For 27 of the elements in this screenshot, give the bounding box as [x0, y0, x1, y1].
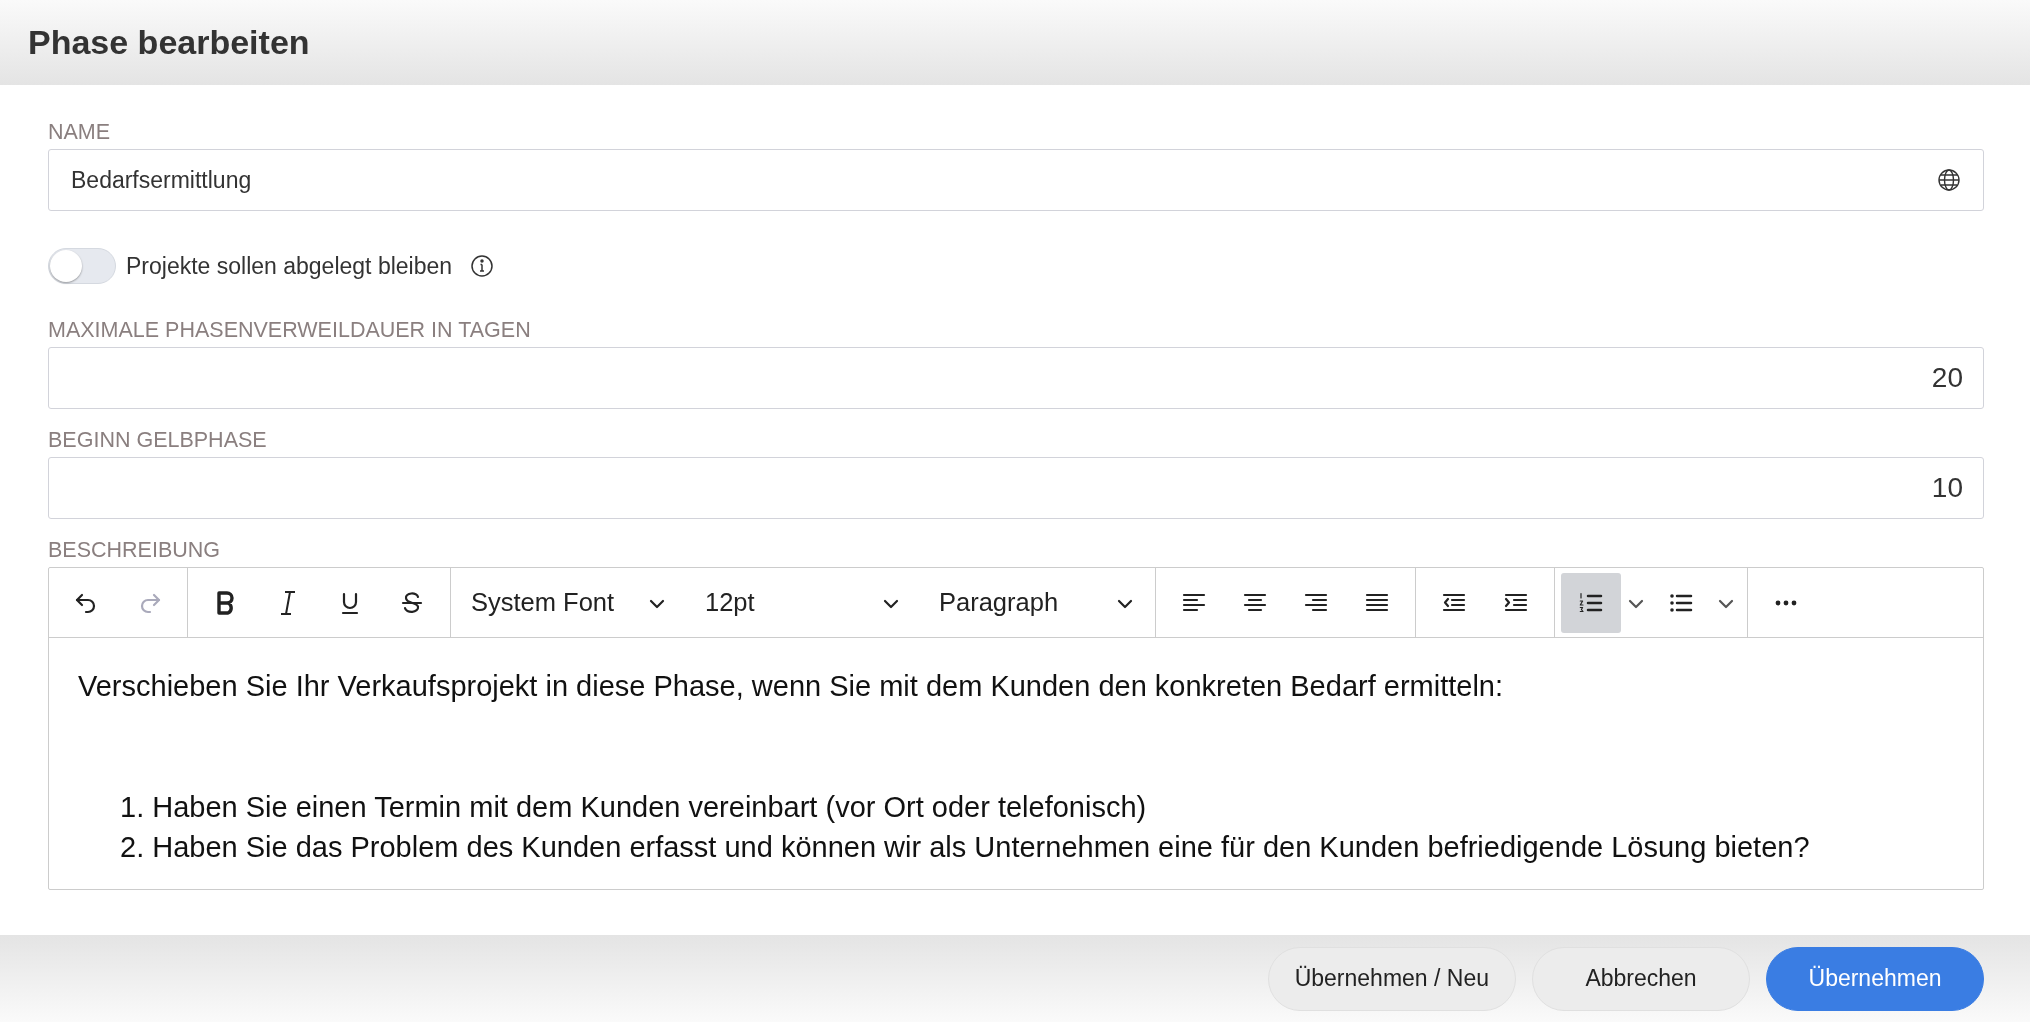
list-item-text: Haben Sie das Problem des Kunden erfasst und können wir als Unternehmen eine für den Kunden befriedigende Lösung bieten? — [152, 830, 1810, 865]
toggle-label: Projekte sollen abgelegt bleiben — [126, 252, 453, 280]
italic-icon — [278, 588, 298, 617]
field-label: BESCHREIBUNG — [48, 537, 221, 563]
field-label: NAME — [48, 119, 111, 145]
window-title: Phase bearbeiten — [28, 22, 311, 63]
info-icon[interactable] — [470, 254, 495, 278]
field-label: MAXIMALE PHASENVERWEILDAUER IN TAGEN — [48, 317, 531, 343]
font-dropdown[interactable]: System Font — [465, 574, 673, 631]
more-icon — [1775, 599, 1797, 606]
input-field[interactable]: 10 — [48, 457, 1984, 519]
field-label: BEGINN GELBPHASE — [48, 427, 267, 453]
bold-icon — [215, 589, 237, 616]
dialog-button[interactable]: Übernehmen / Neu — [1267, 946, 1516, 1011]
font-size-dropdown[interactable]: 12pt — [699, 574, 907, 631]
input-field[interactable]: 20 — [48, 347, 1984, 409]
block-format-dropdown[interactable]: Paragraph — [933, 574, 1141, 631]
numbered-list-button[interactable] — [1561, 572, 1621, 633]
dialog-button[interactable]: Abbrechen — [1532, 946, 1750, 1011]
apply-button[interactable]: Übernehmen — [1766, 946, 1984, 1011]
toggle-switch[interactable] — [48, 248, 116, 284]
input-field[interactable]: Bedarfsermittlung — [48, 149, 1984, 211]
description-paragraph: Verschieben Sie Ihr Verkaufsprojekt in diese Phase, wenn Sie mit dem Kunden den konkreten Bedarf ermitteln: — [78, 669, 1505, 704]
globe-icon[interactable] — [1937, 168, 1961, 192]
list-item-text: Haben Sie einen Termin mit dem Kunden vereinbart (vor Ort oder telefonisch) — [152, 790, 1147, 825]
list-number: 1. — [120, 790, 145, 825]
list-number: 2. — [120, 830, 145, 865]
